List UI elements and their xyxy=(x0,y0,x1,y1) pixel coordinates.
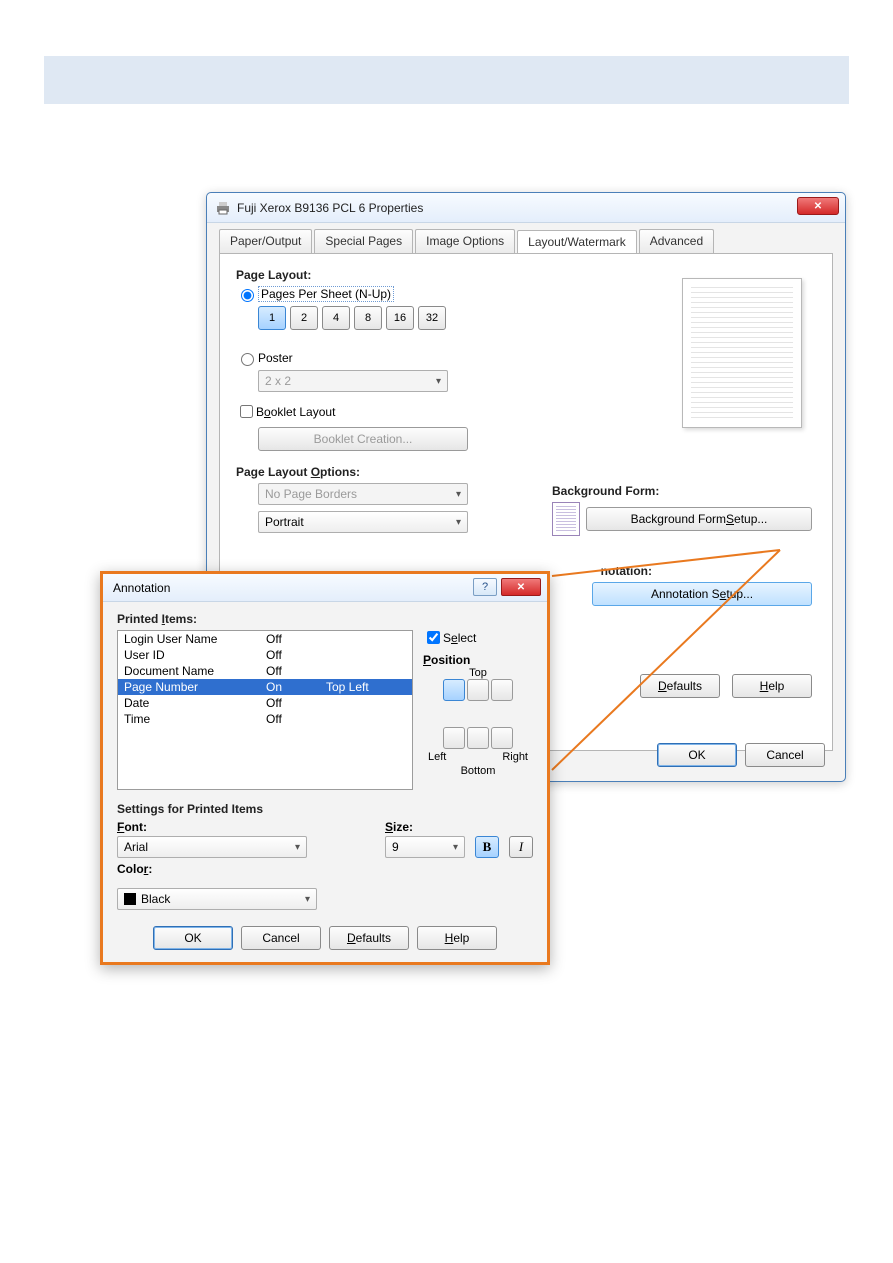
layout-options-label: Page Layout Options: xyxy=(236,465,816,479)
nup-16[interactable]: 16 xyxy=(386,306,414,330)
printed-items-label: Printed Items: xyxy=(117,612,533,626)
defaults-button[interactable]: Defaults xyxy=(640,674,720,698)
close-button[interactable]: ✕ xyxy=(797,197,839,215)
booklet-checkbox[interactable] xyxy=(240,405,253,418)
tab-advanced[interactable]: Advanced xyxy=(639,229,714,253)
help-button[interactable]: Help xyxy=(732,674,812,698)
annotation-titlebar: Annotation ? ✕ xyxy=(103,574,547,602)
select-checkbox[interactable] xyxy=(427,631,440,644)
settings-label: Settings for Printed Items xyxy=(117,802,533,816)
nup-4[interactable]: 4 xyxy=(322,306,350,330)
pos-left-label: Left xyxy=(428,751,446,763)
ok-button[interactable]: OK xyxy=(657,743,737,767)
size-combo[interactable]: 9 xyxy=(385,836,465,858)
nup-2[interactable]: 2 xyxy=(290,306,318,330)
radio-nup[interactable] xyxy=(241,289,254,302)
list-item: Login User NameOff xyxy=(118,631,412,647)
annotation-help-icon[interactable]: ? xyxy=(473,578,497,596)
pos-top-label: Top xyxy=(469,667,487,679)
pos-top-right[interactable] xyxy=(491,679,513,701)
annotation-section-label: notation: xyxy=(552,564,812,578)
booklet-creation-button: Booklet Creation... xyxy=(258,427,468,451)
printer-icon xyxy=(215,200,231,216)
pos-bottom-center[interactable] xyxy=(467,727,489,749)
color-label: Color: xyxy=(117,862,152,876)
color-combo[interactable]: Black xyxy=(117,888,317,910)
booklet-label: Booklet Layout xyxy=(256,405,335,419)
list-item: User IDOff xyxy=(118,647,412,663)
nup-32[interactable]: 32 xyxy=(418,306,446,330)
nup-8[interactable]: 8 xyxy=(354,306,382,330)
tab-layout-watermark[interactable]: Layout/Watermark xyxy=(517,230,637,254)
select-label: Select xyxy=(443,631,476,645)
page-preview xyxy=(682,278,802,428)
annotation-close-button[interactable]: ✕ xyxy=(501,578,541,596)
position-label: Position xyxy=(423,653,533,667)
printed-items-list[interactable]: Login User NameOff User IDOff Document N… xyxy=(117,630,413,790)
annotation-setup-button[interactable]: Annotation Setup... xyxy=(592,582,812,606)
pos-top-center[interactable] xyxy=(467,679,489,701)
poster-combo: 2 x 2 xyxy=(258,370,448,392)
bold-button[interactable]: B xyxy=(475,836,499,858)
annotation-button-row: OK Cancel Defaults Help xyxy=(117,926,533,950)
pos-bottom-left[interactable] xyxy=(443,727,465,749)
pos-top-left[interactable] xyxy=(443,679,465,701)
nup-1[interactable]: 1 xyxy=(258,306,286,330)
pos-bottom-right[interactable] xyxy=(491,727,513,749)
window-title: Fuji Xerox B9136 PCL 6 Properties xyxy=(237,201,423,215)
list-item-selected: Page NumberOnTop Left xyxy=(118,679,412,695)
titlebar: Fuji Xerox B9136 PCL 6 Properties ✕ xyxy=(207,193,845,223)
font-combo[interactable]: Arial xyxy=(117,836,307,858)
list-item: Document NameOff xyxy=(118,663,412,679)
pos-bottom-label: Bottom xyxy=(461,765,496,777)
tab-special-pages[interactable]: Special Pages xyxy=(314,229,413,253)
pos-right-label: Right xyxy=(502,751,528,763)
select-checkbox-row[interactable]: Select xyxy=(423,628,533,647)
annotation-defaults-button[interactable]: Defaults xyxy=(329,926,409,950)
italic-button[interactable]: I xyxy=(509,836,533,858)
list-item: TimeOff xyxy=(118,711,412,727)
font-label: Font: xyxy=(117,820,375,834)
annotation-ok-button[interactable]: OK xyxy=(153,926,233,950)
list-item: DateOff xyxy=(118,695,412,711)
form-icon xyxy=(552,502,580,536)
radio-poster[interactable] xyxy=(241,353,254,366)
bgform-setup-button[interactable]: Background Form Setup... xyxy=(586,507,812,531)
position-panel: Select Position Top LeftRight B xyxy=(423,630,533,790)
borders-combo: No Page Borders xyxy=(258,483,468,505)
cancel-button[interactable]: Cancel xyxy=(745,743,825,767)
tab-paper-output[interactable]: Paper/Output xyxy=(219,229,312,253)
orientation-combo[interactable]: Portrait xyxy=(258,511,468,533)
dialog-buttons: OK Cancel xyxy=(657,743,825,767)
bgform-label: Background Form: xyxy=(552,484,812,498)
pages-per-sheet-label: Pages Per Sheet (N-Up) xyxy=(258,286,394,302)
position-grid xyxy=(443,679,513,749)
poster-label: Poster xyxy=(258,351,293,365)
tab-image-options[interactable]: Image Options xyxy=(415,229,515,253)
annotation-dialog: Annotation ? ✕ Printed Items: Login User… xyxy=(100,571,550,965)
annotation-cancel-button[interactable]: Cancel xyxy=(241,926,321,950)
size-label: Size: xyxy=(385,820,465,834)
annotation-help-button[interactable]: Help xyxy=(417,926,497,950)
annotation-title: Annotation xyxy=(113,581,170,595)
color-swatch-icon xyxy=(124,893,136,905)
page-header-bar xyxy=(44,56,849,104)
tab-strip: Paper/Output Special Pages Image Options… xyxy=(207,223,845,253)
